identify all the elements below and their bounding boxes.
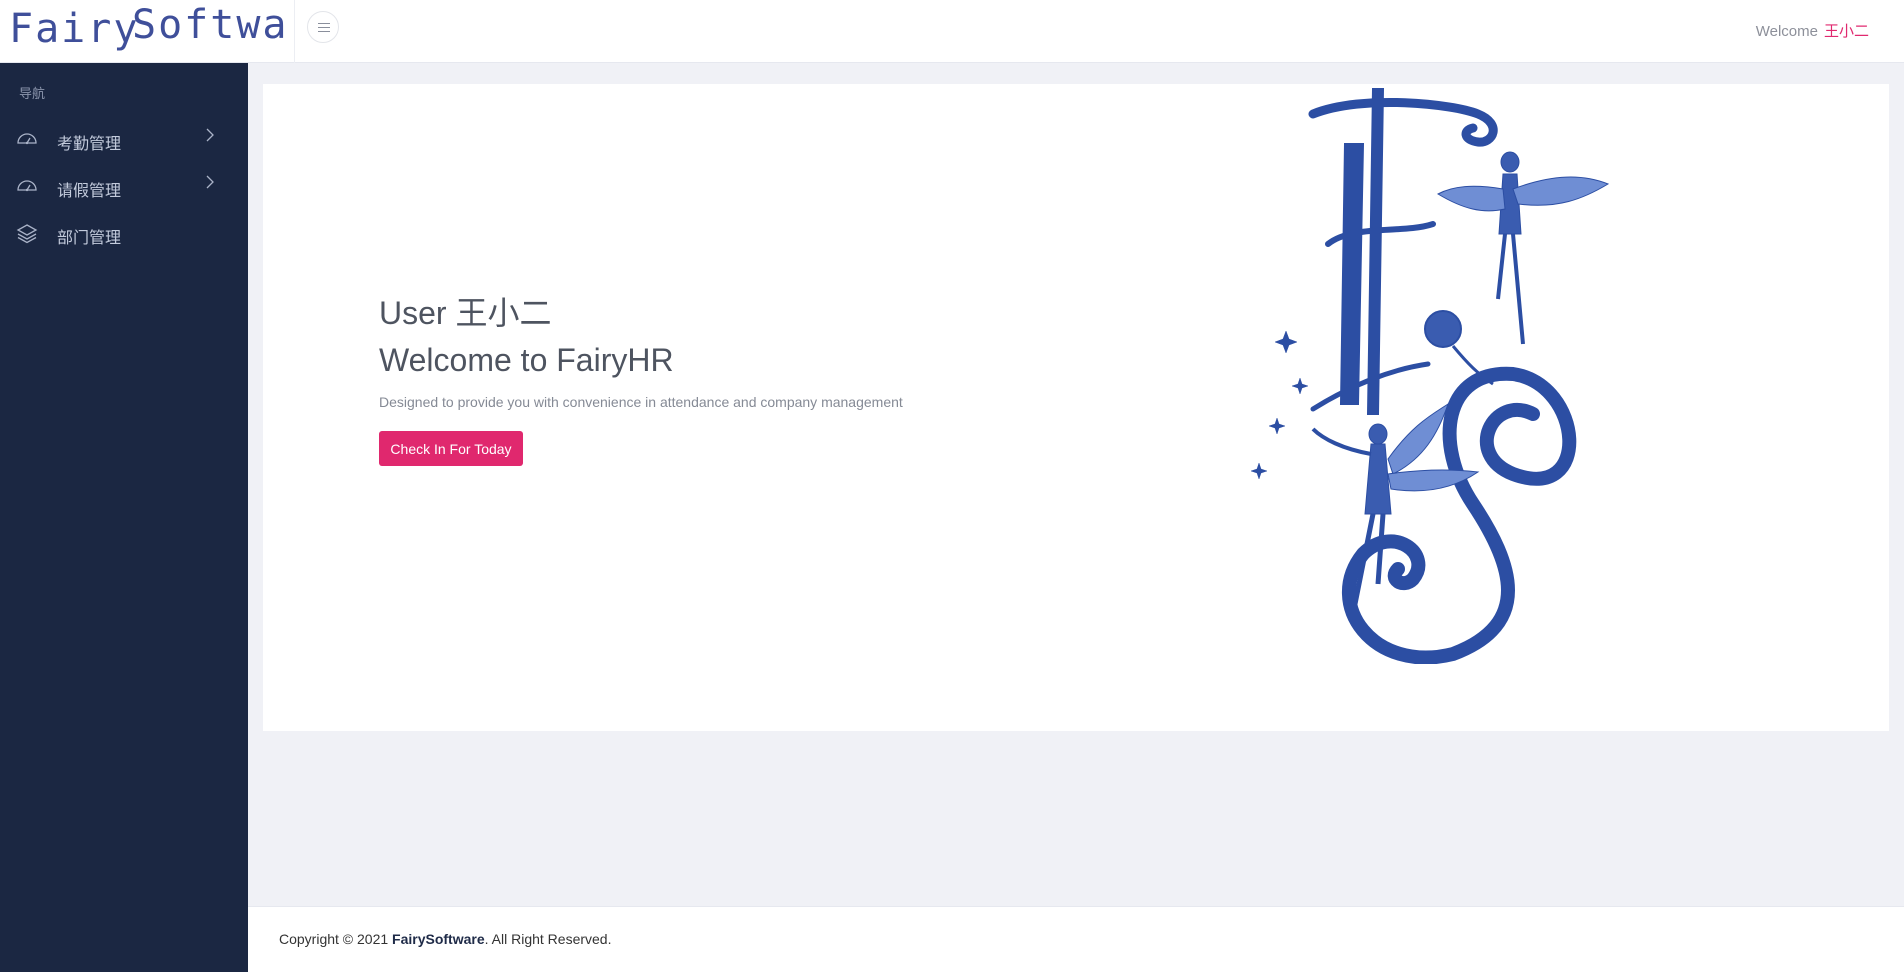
welcome-card: User 王小二 Welcome to FairyHR Designed to …: [263, 84, 1889, 731]
footer-brand-link[interactable]: FairySoftware: [392, 931, 485, 947]
layers-icon: [16, 224, 38, 244]
sidebar-item-label: 考勤管理: [57, 136, 122, 153]
nav-heading: 导航: [19, 86, 46, 101]
brand-logo[interactable]: Fairy Software: [0, 0, 295, 63]
sidebar-item-leave[interactable]: 请假管理: [0, 163, 248, 209]
page-footer: Copyright © 2021 FairySoftware. All Righ…: [248, 906, 1904, 972]
chevron-right-icon: [206, 128, 214, 142]
copyright-suffix: . All Right Reserved.: [484, 931, 612, 947]
copyright-prefix: Copyright © 2021: [279, 931, 389, 947]
sidebar-item-attendance[interactable]: 考勤管理: [0, 116, 248, 162]
dashboard-icon: [17, 180, 37, 192]
page-title: Welcome to FairyHR: [379, 342, 674, 378]
logo-word-software: Software: [132, 2, 294, 48]
user-line: User 王小二: [379, 295, 552, 331]
user-greeting[interactable]: Welcome 王小二: [1756, 20, 1869, 41]
sidebar-item-label: 请假管理: [57, 183, 122, 200]
sidebar-item-label: 部门管理: [57, 230, 122, 247]
fairy-software-illustration: [1250, 88, 1610, 664]
welcome-label: Welcome: [1755, 23, 1818, 40]
dashboard-icon: [17, 133, 37, 145]
hamburger-menu-icon[interactable]: [307, 11, 339, 43]
user-name-link[interactable]: 王小二: [1824, 23, 1869, 40]
sidebar-nav: 导航 考勤管理 请假管理 部门管理: [0, 63, 248, 972]
check-in-button[interactable]: Check In For Today: [379, 431, 523, 466]
top-header: Fairy Software Welcome 王小二: [0, 0, 1904, 63]
logo-word-fairy: Fairy: [9, 6, 140, 52]
tagline-text: Designed to provide you with convenience…: [379, 394, 903, 410]
chevron-right-icon: [206, 175, 214, 189]
copyright-text: Copyright © 2021 FairySoftware. All Righ…: [279, 931, 611, 947]
sidebar-item-department[interactable]: 部门管理: [0, 210, 248, 256]
